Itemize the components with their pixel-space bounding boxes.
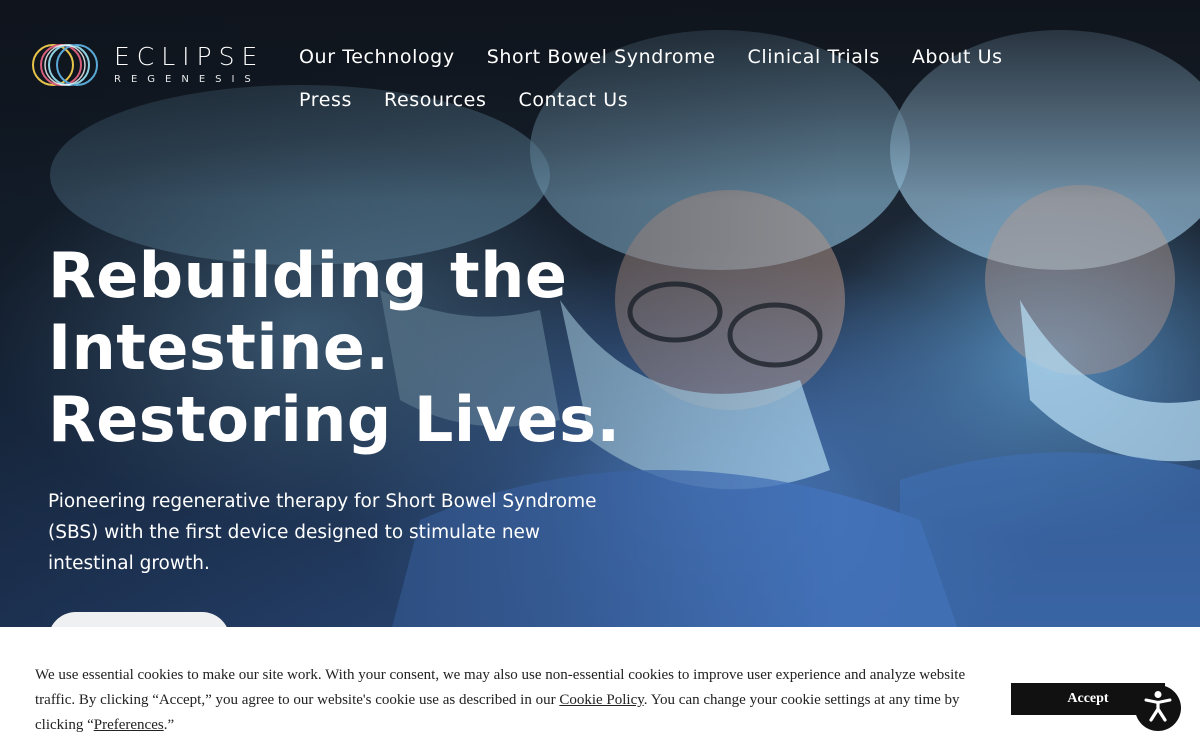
accessibility-icon bbox=[1144, 690, 1172, 726]
nav-press[interactable]: Press bbox=[283, 79, 368, 122]
headline-line-3: Restoring Lives. bbox=[48, 383, 621, 456]
nav-resources[interactable]: Resources bbox=[368, 79, 502, 122]
nav-short-bowel-syndrome[interactable]: Short Bowel Syndrome bbox=[471, 36, 732, 79]
main-navigation: Our Technology Short Bowel Syndrome Clin… bbox=[283, 36, 1063, 122]
cookie-banner-text: We use essential cookies to make our sit… bbox=[35, 663, 985, 738]
site-logo[interactable]: ECLIPSE REGENESIS bbox=[30, 40, 275, 90]
nav-about-us[interactable]: About Us bbox=[896, 36, 1019, 79]
cookie-policy-link[interactable]: Cookie Policy bbox=[559, 692, 643, 708]
hero-subcopy: Pioneering regenerative therapy for Shor… bbox=[48, 491, 597, 574]
cookie-text-part-3: .” bbox=[163, 717, 175, 733]
hero-headline: Rebuilding the Intestine. Restoring Live… bbox=[48, 240, 668, 456]
cookie-banner: We use essential cookies to make our sit… bbox=[0, 627, 1200, 750]
brand-tagline: REGENESIS bbox=[114, 73, 261, 85]
nav-contact-us[interactable]: Contact Us bbox=[502, 79, 644, 122]
eclipse-rings-icon bbox=[30, 41, 104, 89]
accessibility-button[interactable] bbox=[1135, 685, 1181, 731]
headline-line-2: Intestine. bbox=[48, 311, 390, 384]
brand-name: ECLIPSE bbox=[114, 41, 265, 71]
nav-our-technology[interactable]: Our Technology bbox=[283, 36, 471, 79]
nav-clinical-trials[interactable]: Clinical Trials bbox=[732, 36, 896, 79]
logo-wordmark: ECLIPSE REGENESIS bbox=[114, 41, 265, 87]
headline-line-1: Rebuilding the bbox=[48, 239, 568, 312]
preferences-link[interactable]: Preferences bbox=[94, 717, 164, 733]
